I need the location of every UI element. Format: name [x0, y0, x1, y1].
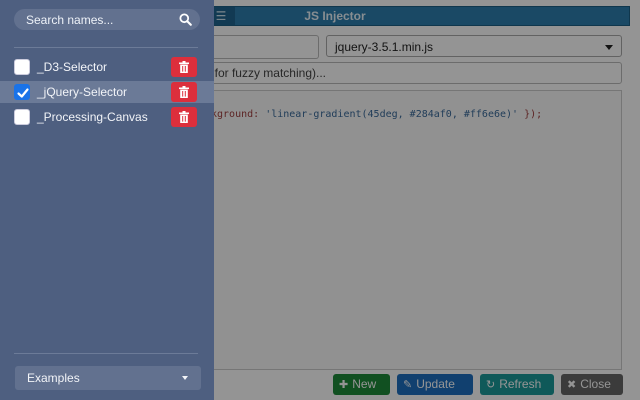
script-item-label: _D3-Selector — [37, 60, 108, 74]
script-item[interactable]: _D3-Selector — [0, 56, 214, 78]
search-input[interactable] — [26, 9, 176, 30]
checkbox[interactable] — [14, 109, 30, 125]
divider — [14, 353, 198, 354]
script-item-label: _Processing-Canvas — [37, 110, 148, 124]
examples-label: Examples — [27, 371, 80, 385]
checkmark-icon — [17, 88, 29, 98]
sidebar: _D3-Selector _jQuery-Selector — [0, 0, 214, 400]
script-item[interactable]: _Processing-Canvas — [0, 106, 214, 128]
checkbox-checked[interactable] — [14, 84, 30, 100]
delete-button[interactable] — [171, 107, 197, 127]
delete-button[interactable] — [171, 82, 197, 102]
search-box[interactable] — [14, 9, 200, 30]
examples-dropdown[interactable]: Examples — [15, 366, 201, 390]
script-item-selected[interactable]: _jQuery-Selector — [0, 81, 214, 103]
trash-icon — [179, 61, 189, 73]
checkbox[interactable] — [14, 59, 30, 75]
trash-icon — [179, 86, 189, 98]
divider — [14, 47, 198, 48]
search-icon[interactable] — [179, 13, 192, 26]
script-item-label: _jQuery-Selector — [37, 85, 128, 99]
trash-icon — [179, 111, 189, 123]
delete-button[interactable] — [171, 57, 197, 77]
caret-down-icon — [182, 376, 188, 380]
